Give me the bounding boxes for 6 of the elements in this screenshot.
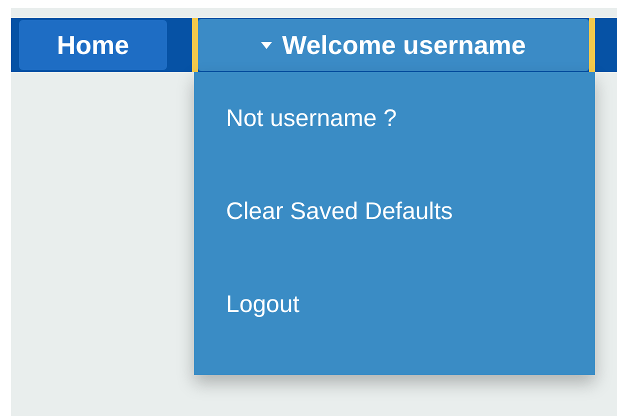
menu-item[interactable]: Not username ?	[194, 84, 595, 177]
home-link[interactable]: Home	[19, 20, 167, 70]
menu-item[interactable]: Clear Saved Defaults	[194, 177, 595, 270]
user-menu-button[interactable]: Welcome username	[198, 19, 589, 71]
caret-icon	[261, 42, 272, 48]
menu-item[interactable]: Logout	[194, 270, 595, 363]
